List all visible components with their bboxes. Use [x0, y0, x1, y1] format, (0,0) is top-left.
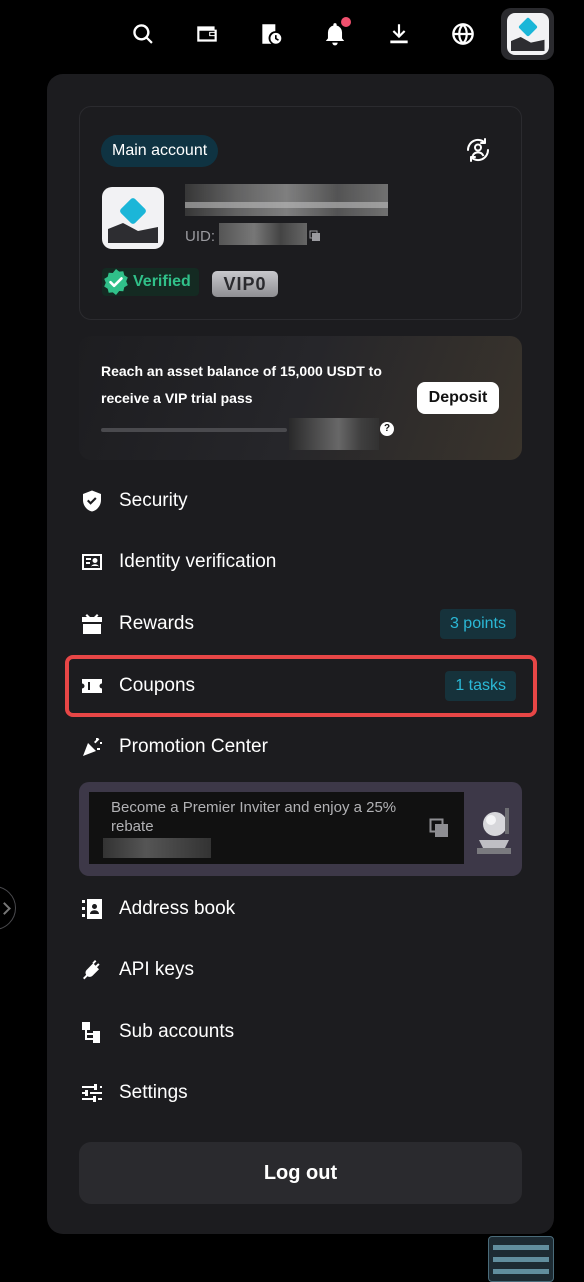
avatar	[506, 13, 549, 55]
gift-icon	[79, 611, 105, 637]
top-bar	[0, 8, 584, 60]
referral-code-redacted	[103, 838, 211, 858]
vip-progress-bar	[101, 428, 287, 432]
account-card: Main account UID: Verified VIP0	[79, 106, 522, 320]
sliders-icon	[79, 1080, 105, 1106]
bell-icon[interactable]	[315, 14, 355, 54]
search-icon[interactable]	[123, 14, 163, 54]
menu-label-security: Security	[119, 490, 188, 511]
help-icon[interactable]: ?	[380, 422, 394, 436]
vip-promo-text: Reach an asset balance of 15,000 USDT to…	[101, 363, 382, 406]
menu-item-sub-accounts[interactable]: Sub accounts	[79, 1009, 522, 1055]
hierarchy-icon	[79, 1019, 105, 1045]
menu-item-coupons[interactable]: Coupons 1 tasks	[79, 663, 522, 709]
main-account-badge: Main account	[101, 135, 219, 167]
menu-item-rewards[interactable]: Rewards 3 points	[79, 601, 522, 647]
avatar-button[interactable]	[501, 8, 554, 60]
menu-item-promotion-center[interactable]: Promotion Center	[79, 724, 522, 770]
menu-label-api-keys: API keys	[119, 959, 194, 980]
rewards-points-badge: 3 points	[439, 609, 516, 639]
download-icon[interactable]	[379, 14, 419, 54]
menu-item-api-keys[interactable]: API keys	[79, 947, 522, 993]
inviter-link-box: Become a Premier Inviter and enjoy a 25%…	[89, 792, 464, 864]
notification-dot	[341, 17, 351, 27]
copy-uid-icon[interactable]	[309, 230, 321, 242]
ticket-icon	[79, 673, 105, 699]
floating-widget[interactable]	[488, 1236, 554, 1282]
menu-item-security[interactable]: Security	[79, 478, 522, 524]
premier-inviter-card[interactable]: Become a Premier Inviter and enjoy a 25%…	[79, 782, 522, 876]
menu-label-coupons: Coupons	[119, 675, 196, 696]
verified-label: Verified	[133, 273, 191, 290]
coupons-tasks-badge: 1 tasks	[445, 671, 516, 701]
globe-icon[interactable]	[443, 14, 483, 54]
menu-label-promotion: Promotion Center	[119, 736, 268, 757]
account-avatar	[102, 187, 164, 249]
uid-value-redacted	[219, 223, 307, 245]
menu-label-sub-accounts: Sub accounts	[119, 1021, 235, 1042]
menu-item-settings[interactable]: Settings	[79, 1070, 522, 1116]
vip-level-badge[interactable]: VIP0	[212, 271, 278, 297]
side-expand-button[interactable]	[0, 886, 16, 930]
plug-icon	[79, 957, 105, 983]
wallet-icon[interactable]	[187, 14, 227, 54]
uid-label: UID:	[185, 228, 215, 245]
id-card-icon	[79, 549, 105, 575]
history-icon[interactable]	[251, 14, 291, 54]
party-popper-icon	[79, 734, 105, 760]
menu-label-identity: Identity verification	[119, 551, 277, 572]
account-dropdown-panel: Main account UID: Verified VIP0 Reach an…	[47, 74, 554, 1234]
copy-icon[interactable]	[429, 818, 449, 838]
verified-check-icon	[104, 269, 128, 295]
inviter-text: Become a Premier Inviter and enjoy a 25%…	[111, 799, 397, 835]
progress-value-redacted	[289, 418, 379, 450]
address-book-icon	[79, 896, 105, 922]
account-name-redacted	[185, 184, 388, 216]
vip-promo-card: Reach an asset balance of 15,000 USDT to…	[79, 336, 522, 460]
menu-item-address-book[interactable]: Address book	[79, 886, 522, 932]
verified-badge: Verified	[102, 268, 199, 296]
menu-item-identity-verification[interactable]: Identity verification	[79, 539, 522, 585]
menu-label-address-book: Address book	[119, 898, 236, 919]
menu-label-rewards: Rewards	[119, 613, 194, 634]
switch-account-icon[interactable]	[462, 134, 494, 166]
menu-label-settings: Settings	[119, 1082, 188, 1103]
shield-icon	[79, 488, 105, 514]
trophy-illustration-icon	[477, 808, 511, 854]
logout-button[interactable]: Log out	[79, 1142, 522, 1204]
deposit-button[interactable]: Deposit	[417, 382, 499, 414]
